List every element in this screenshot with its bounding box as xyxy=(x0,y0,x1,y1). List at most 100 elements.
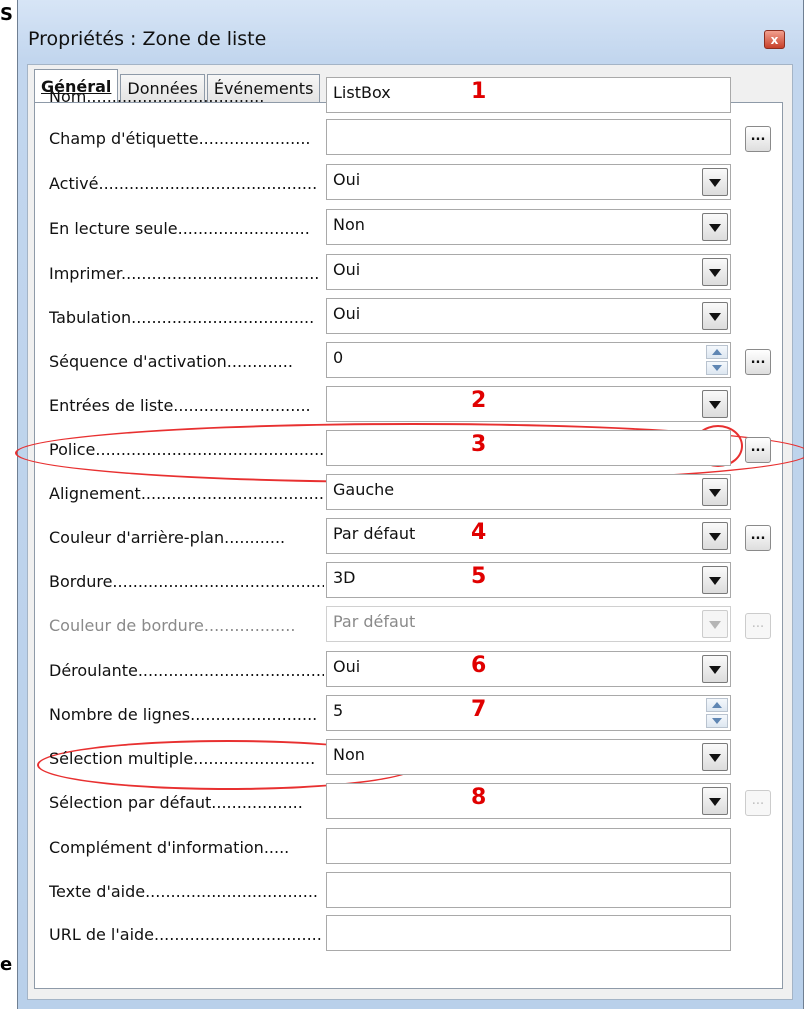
dropdown-arrow-icon[interactable] xyxy=(702,743,728,771)
property-label: Séquence d'activation............. xyxy=(49,352,293,371)
property-dropdown[interactable] xyxy=(326,783,731,819)
property-dropdown: Par défaut xyxy=(326,606,731,642)
property-dropdown[interactable]: Non xyxy=(326,739,731,775)
property-input[interactable] xyxy=(326,915,731,951)
property-row: Imprimer................................… xyxy=(35,254,782,294)
close-icon: x xyxy=(770,32,779,47)
dropdown-arrow-icon[interactable] xyxy=(702,168,728,196)
property-value: Oui xyxy=(333,170,361,189)
dropdown-arrow-icon[interactable] xyxy=(702,566,728,594)
property-value: Oui xyxy=(333,304,361,323)
dropdown-arrow-icon xyxy=(702,610,728,638)
property-label: Champ d'étiquette...................... xyxy=(49,129,311,148)
annotation-number: 3 xyxy=(471,432,487,457)
property-dropdown[interactable]: Par défaut xyxy=(326,518,731,554)
property-label: Déroulante..............................… xyxy=(49,661,324,680)
property-label: Couleur de bordure.................. xyxy=(49,616,296,635)
dropdown-arrow-icon[interactable] xyxy=(702,787,728,815)
property-label: Couleur d'arrière-plan............ xyxy=(49,528,286,547)
property-dropdown[interactable]: Oui xyxy=(326,164,731,200)
property-input[interactable] xyxy=(326,872,731,908)
annotation-number: 1 xyxy=(471,79,487,104)
property-value: 5 xyxy=(333,701,344,720)
dialog-title: Propriétés : Zone de liste xyxy=(28,28,267,50)
property-value: 0 xyxy=(333,348,344,367)
dropdown-arrow-icon[interactable] xyxy=(702,302,728,330)
more-button[interactable]: ... xyxy=(745,349,771,375)
more-button: ... xyxy=(745,790,771,816)
dropdown-arrow-icon[interactable] xyxy=(702,478,728,506)
property-dropdown[interactable]: Gauche xyxy=(326,474,731,510)
annotation-number: 2 xyxy=(471,388,487,413)
property-row: Couleur de bordure.................. Par … xyxy=(35,606,782,646)
property-row: Déroulante..............................… xyxy=(35,651,782,691)
property-dropdown[interactable]: 3D xyxy=(326,562,731,598)
property-row: Activé..................................… xyxy=(35,164,782,204)
property-row: Bordure.................................… xyxy=(35,562,782,602)
property-dropdown[interactable]: Oui xyxy=(326,298,731,334)
property-label: Sélection multiple......................… xyxy=(49,749,316,768)
property-dropdown[interactable]: Non xyxy=(326,209,731,245)
dropdown-arrow-icon[interactable] xyxy=(702,390,728,418)
spin-buttons[interactable] xyxy=(706,345,728,375)
property-row: URL de l'aide...........................… xyxy=(35,915,782,955)
edge-char-top: S xyxy=(0,4,13,25)
property-row: Tabulation..............................… xyxy=(35,298,782,338)
properties-dialog: Propriétés : Zone de liste x Général Don… xyxy=(15,0,804,1009)
property-value: Par défaut xyxy=(333,524,416,543)
edge-char-bottom: e xyxy=(0,954,13,975)
property-spinbox[interactable]: 5 xyxy=(326,695,731,731)
property-input[interactable]: ListBox xyxy=(326,77,731,113)
annotation-number: 6 xyxy=(471,653,487,678)
property-row: Sélection multiple......................… xyxy=(35,739,782,779)
property-row: Police..................................… xyxy=(35,430,782,470)
more-button[interactable]: ... xyxy=(745,525,771,551)
close-button[interactable]: x xyxy=(764,30,785,49)
more-button[interactable]: ... xyxy=(745,126,771,152)
property-label: Activé..................................… xyxy=(49,174,318,193)
spin-up-icon[interactable] xyxy=(706,345,728,359)
property-input[interactable] xyxy=(326,430,731,466)
properties-panel: Nom................................... Li… xyxy=(15,77,804,989)
spin-down-icon[interactable] xyxy=(706,361,728,375)
property-label: Alignement..............................… xyxy=(49,484,324,503)
property-spinbox[interactable]: 0 xyxy=(326,342,731,378)
annotation-number: 8 xyxy=(471,785,487,810)
property-value: Non xyxy=(333,745,365,764)
property-row: Sélection par défaut....................… xyxy=(35,783,782,823)
property-row: Séquence d'activation............. 0... xyxy=(35,342,782,382)
property-input[interactable] xyxy=(326,828,731,864)
property-label: Nom................................... xyxy=(49,87,265,106)
property-label: Imprimer................................… xyxy=(49,264,320,283)
property-label: Sélection par défaut.................. xyxy=(49,793,303,812)
property-input[interactable] xyxy=(326,119,731,155)
property-label: Police..................................… xyxy=(49,440,324,459)
dropdown-arrow-icon[interactable] xyxy=(702,213,728,241)
property-value: Oui xyxy=(333,260,361,279)
property-value: Par défaut xyxy=(333,612,416,631)
property-dropdown[interactable]: Oui xyxy=(326,254,731,290)
spin-down-icon[interactable] xyxy=(706,714,728,728)
property-label: En lecture seule........................… xyxy=(49,219,310,238)
spin-up-icon[interactable] xyxy=(706,698,728,712)
property-row: Nombre de lignes........................… xyxy=(35,695,782,735)
property-value: Oui xyxy=(333,657,361,676)
property-label: Complément d'information..... xyxy=(49,838,290,857)
dialog-body: Général Données Événements Nom..........… xyxy=(15,64,804,1000)
annotation-number: 7 xyxy=(471,697,487,722)
property-row: Texte d'aide............................… xyxy=(35,872,782,912)
property-row: Alignement..............................… xyxy=(35,474,782,514)
property-row: Entrées de liste........................… xyxy=(35,386,782,426)
property-dropdown[interactable]: Oui xyxy=(326,651,731,687)
dropdown-arrow-icon[interactable] xyxy=(702,258,728,286)
more-button[interactable]: ... xyxy=(745,437,771,463)
spin-buttons[interactable] xyxy=(706,698,728,728)
dropdown-arrow-icon[interactable] xyxy=(702,522,728,550)
property-label: Tabulation..............................… xyxy=(49,308,315,327)
property-row: Champ d'étiquette.......................… xyxy=(35,119,782,159)
property-row: Nom................................... Li… xyxy=(35,77,782,117)
property-dropdown[interactable] xyxy=(326,386,731,422)
property-label: Bordure.................................… xyxy=(49,572,324,591)
dropdown-arrow-icon[interactable] xyxy=(702,655,728,683)
property-value: ListBox xyxy=(333,83,391,102)
